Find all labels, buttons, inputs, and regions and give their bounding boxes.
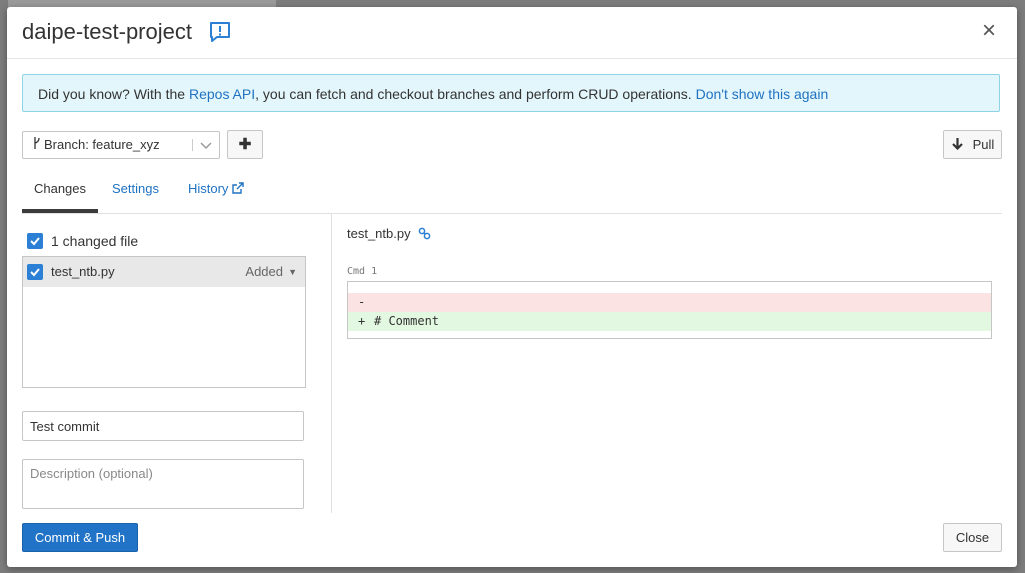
chevron-down-icon bbox=[200, 132, 212, 167]
changes-pane: 1 changed file test_ntb.py Added ▼ bbox=[22, 213, 332, 513]
file-checkbox[interactable] bbox=[27, 264, 43, 280]
diff-sign: - bbox=[358, 295, 366, 309]
changed-file-list: test_ntb.py Added ▼ bbox=[22, 256, 306, 388]
arrow-down-icon bbox=[952, 137, 967, 152]
tip-text-middle: , you can fetch and checkout branches an… bbox=[255, 86, 696, 102]
tab-history-label: History bbox=[187, 181, 229, 196]
branch-dropdown[interactable]: Branch: feature_xyz bbox=[22, 131, 220, 159]
commit-push-button[interactable]: Commit & Push bbox=[22, 523, 138, 552]
tip-text-prefix: Did you know? With the bbox=[38, 86, 189, 102]
branch-label: Branch: feature_xyz bbox=[44, 137, 160, 152]
external-link-icon bbox=[232, 181, 244, 196]
caret-down-icon[interactable]: ▼ bbox=[288, 264, 297, 280]
tab-settings[interactable]: Settings bbox=[112, 175, 159, 213]
diff-file-name: test_ntb.py bbox=[347, 226, 411, 241]
link-icon[interactable] bbox=[418, 227, 431, 243]
diff-file-header: test_ntb.py bbox=[347, 226, 431, 243]
diff-viewer: - + # Comment bbox=[347, 281, 992, 339]
dropdown-separator bbox=[192, 139, 193, 151]
pull-button[interactable]: Pull bbox=[943, 130, 1002, 159]
plus-icon: ✚ bbox=[238, 136, 252, 153]
tip-banner: Did you know? With the Repos API, you ca… bbox=[22, 74, 1000, 112]
commit-message-input[interactable] bbox=[22, 411, 304, 441]
tab-bar: Changes Settings History bbox=[22, 175, 1002, 214]
pane-divider bbox=[331, 213, 332, 513]
tab-history[interactable]: History bbox=[185, 175, 247, 213]
pull-label: Pull bbox=[972, 137, 995, 152]
file-row[interactable]: test_ntb.py Added ▼ bbox=[23, 257, 305, 287]
diff-line-removed: - bbox=[348, 293, 991, 312]
changed-files-count: 1 changed file bbox=[51, 233, 139, 249]
close-button[interactable]: Close bbox=[943, 523, 1002, 552]
dialog-header: daipe-test-project × bbox=[7, 7, 1017, 59]
dialog-title: daipe-test-project bbox=[22, 19, 192, 44]
select-all-checkbox[interactable] bbox=[27, 233, 43, 249]
dismiss-tip-link[interactable]: Don't show this again bbox=[696, 86, 829, 102]
git-branch-icon bbox=[33, 132, 41, 158]
repos-api-link[interactable]: Repos API bbox=[189, 86, 255, 102]
file-name: test_ntb.py bbox=[51, 264, 115, 279]
create-branch-button[interactable]: ✚ bbox=[227, 130, 263, 159]
cell-label: Cmd 1 bbox=[347, 266, 378, 277]
close-icon[interactable]: × bbox=[978, 19, 1000, 43]
file-status: Added bbox=[245, 264, 283, 279]
feedback-icon[interactable] bbox=[209, 21, 231, 43]
diff-line-added: + # Comment bbox=[348, 312, 991, 331]
commit-description-input[interactable] bbox=[22, 459, 304, 509]
diff-text: # Comment bbox=[374, 314, 440, 328]
tab-changes[interactable]: Changes bbox=[22, 175, 98, 213]
git-dialog: daipe-test-project × Did you know? With … bbox=[7, 7, 1017, 567]
diff-sign: + bbox=[358, 314, 366, 328]
